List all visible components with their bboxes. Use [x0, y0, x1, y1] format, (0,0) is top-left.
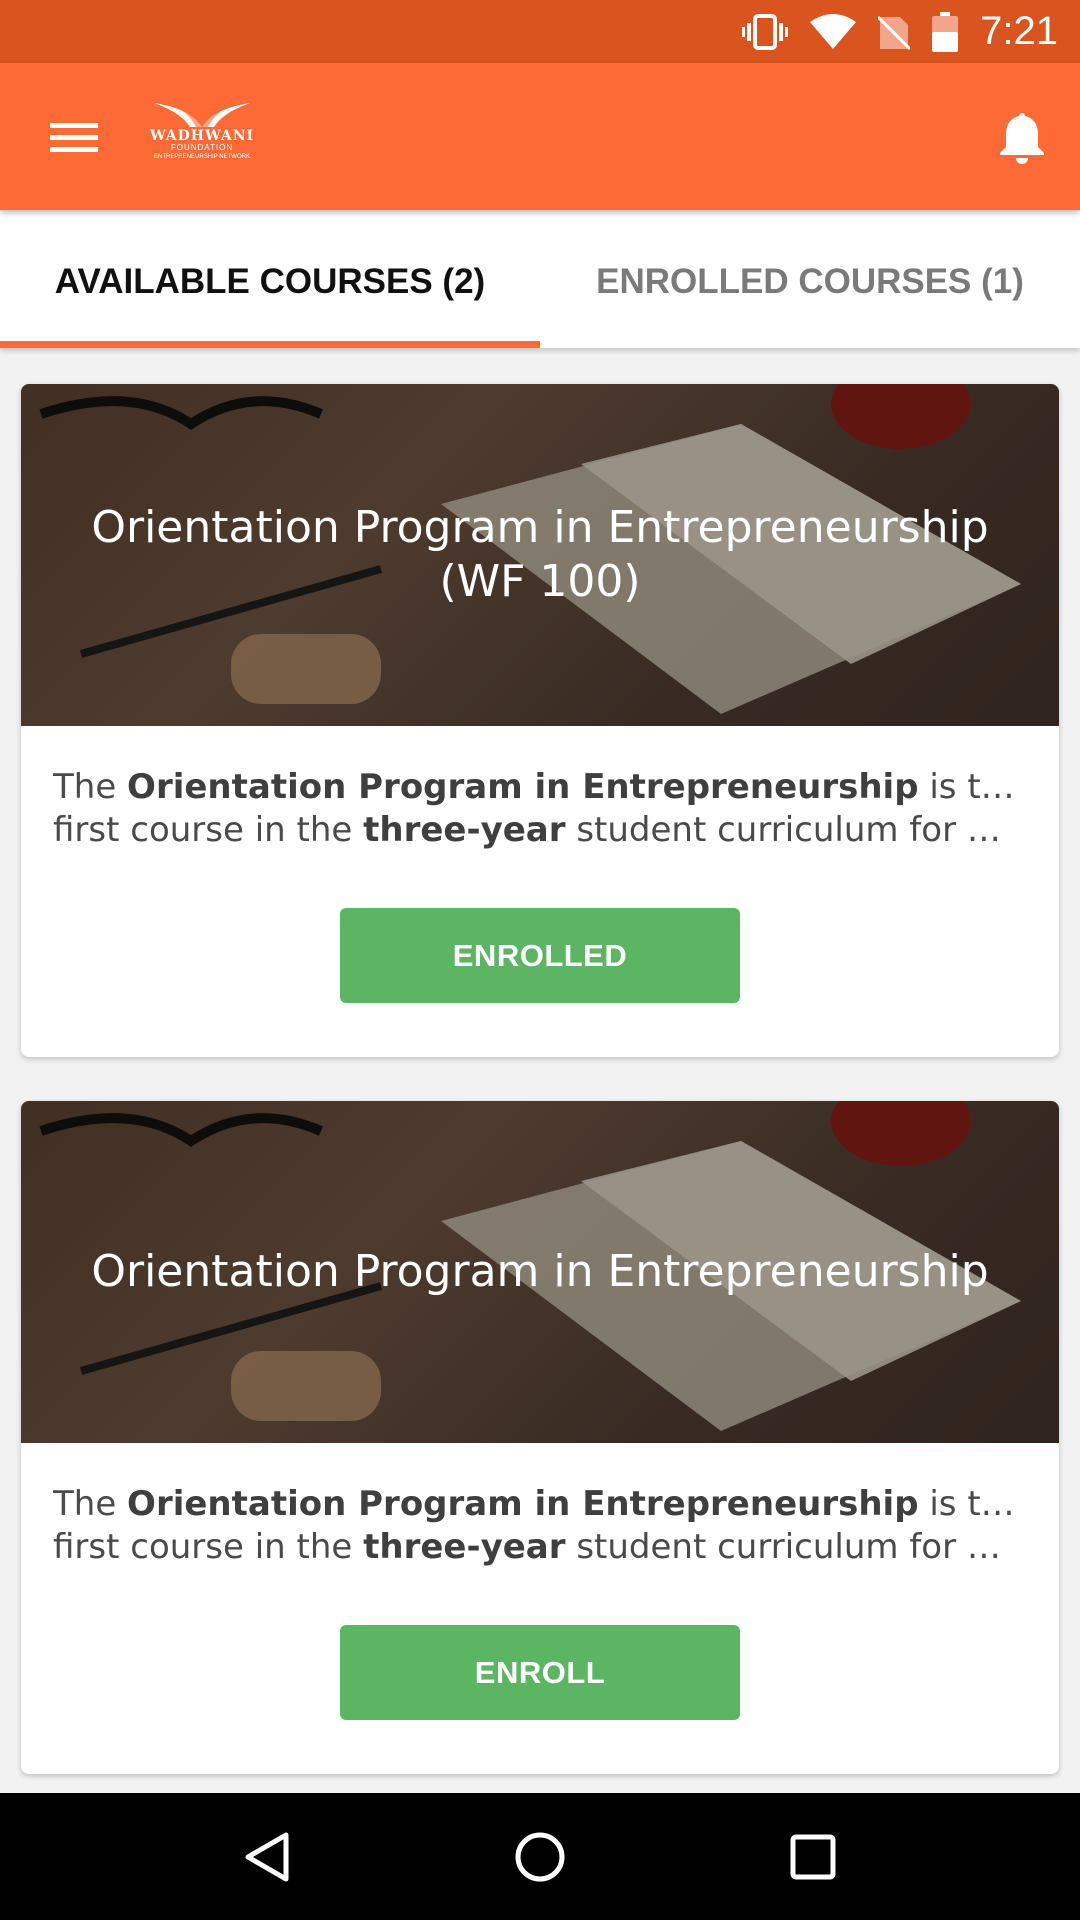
course-image: Orientation Program in Entrepreneurship [21, 1101, 1059, 1443]
wifi-icon [810, 13, 857, 50]
logo-network: ENTREPRENEURSHIP NETWORK [154, 154, 250, 160]
vibrate-icon [742, 13, 789, 50]
course-title: Orientation Program in Entrepreneurship … [91, 502, 989, 607]
enroll-button[interactable]: ENROLL [340, 1625, 740, 1720]
course-card[interactable]: Orientation Program in Entrepreneurship … [21, 384, 1059, 1057]
battery-icon [932, 11, 959, 52]
tab-enrolled-courses[interactable]: ENROLLED COURSES (1) [540, 210, 1080, 348]
status-bar: 7:21 [0, 0, 1080, 63]
logo-wings-icon [154, 103, 250, 127]
app-bar: WADHWANI FOUNDATION ENTREPRENEURSHIP NET… [0, 63, 1080, 210]
no-sim-icon [878, 13, 911, 51]
hamburger-menu-icon[interactable] [40, 107, 106, 167]
course-image: Orientation Program in Entrepreneurship … [21, 384, 1059, 726]
course-description: The Orientation Program in Entrepreneurs… [53, 767, 1019, 850]
wadhwani-logo: WADHWANI FOUNDATION ENTREPRENEURSHIP NET… [143, 101, 261, 173]
enrolled-button[interactable]: ENROLLED [340, 908, 740, 1003]
course-card[interactable]: Orientation Program in Entrepreneurship … [21, 1101, 1059, 1774]
status-time: 7:21 [980, 9, 1058, 53]
recents-icon[interactable] [773, 1817, 853, 1897]
back-icon[interactable] [227, 1817, 307, 1897]
tab-available-courses[interactable]: AVAILABLE COURSES (2) [0, 210, 540, 348]
home-icon[interactable] [500, 1817, 580, 1897]
logo-sub: FOUNDATION [170, 143, 234, 152]
course-description: The Orientation Program in Entrepreneurs… [53, 1484, 1019, 1567]
system-nav-bar [0, 1793, 1080, 1920]
course-title: Orientation Program in Entrepreneurship [91, 1246, 989, 1297]
course-tabs: AVAILABLE COURSES (2) ENROLLED COURSES (… [0, 210, 1080, 348]
logo-name: WADHWANI [149, 128, 255, 144]
bell-icon[interactable] [992, 107, 1052, 167]
